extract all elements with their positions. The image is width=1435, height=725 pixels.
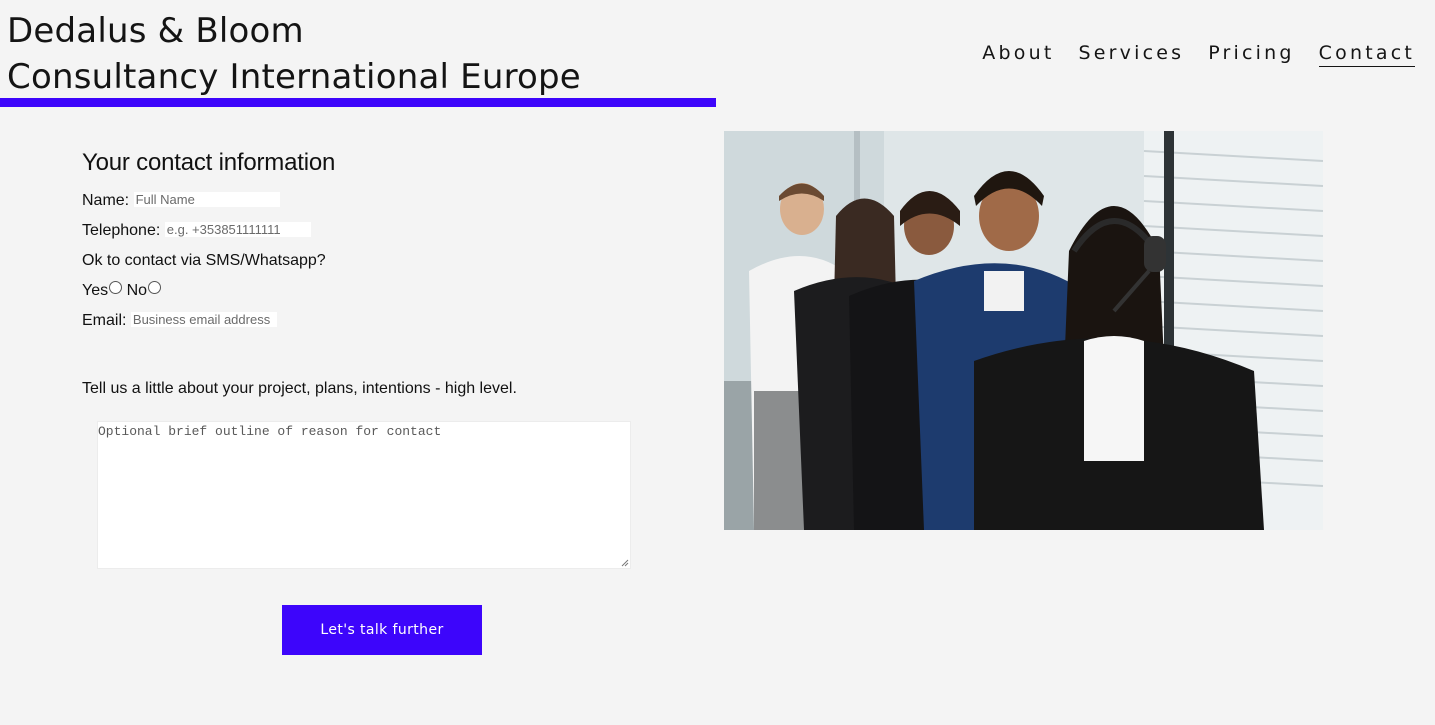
nav-item-pricing[interactable]: Pricing bbox=[1208, 42, 1294, 67]
submit-button[interactable]: Let's talk further bbox=[282, 605, 482, 655]
name-input[interactable] bbox=[133, 192, 280, 207]
project-intro: Tell us a little about your project, pla… bbox=[82, 380, 517, 397]
name-row: Name: bbox=[82, 186, 642, 216]
telephone-label: Telephone: bbox=[82, 222, 161, 239]
main-nav: About Services Pricing Contact bbox=[982, 42, 1415, 67]
site-header: Dedalus & Bloom Consultancy Internationa… bbox=[0, 0, 1435, 110]
no-radio[interactable] bbox=[148, 281, 162, 294]
name-label: Name: bbox=[82, 192, 130, 209]
team-photo bbox=[724, 131, 1323, 530]
message-textarea[interactable] bbox=[98, 424, 630, 568]
brand-line-2: Consultancy International Europe bbox=[7, 57, 581, 97]
sms-question: Ok to contact via SMS/Whatsapp? bbox=[82, 252, 326, 269]
nav-item-services[interactable]: Services bbox=[1078, 42, 1184, 67]
nav-item-about[interactable]: About bbox=[982, 42, 1054, 67]
nav-item-contact[interactable]: Contact bbox=[1318, 42, 1415, 67]
email-row: Email: bbox=[82, 306, 642, 336]
contact-form: Your contact information Name: Telephone… bbox=[82, 148, 642, 336]
brand-line-1: Dedalus & Bloom bbox=[7, 11, 304, 51]
brand-underline bbox=[0, 98, 716, 107]
telephone-row: Telephone: bbox=[82, 216, 642, 246]
telephone-input[interactable] bbox=[164, 222, 311, 237]
team-photo-icon bbox=[724, 131, 1323, 530]
resize-handle-icon[interactable] bbox=[621, 559, 629, 567]
yes-label: Yes bbox=[82, 282, 109, 299]
email-input[interactable] bbox=[130, 312, 277, 327]
email-label: Email: bbox=[82, 312, 127, 329]
no-label: No bbox=[126, 282, 148, 299]
site-logo[interactable]: Dedalus & Bloom Consultancy Internationa… bbox=[7, 8, 581, 100]
message-box bbox=[97, 421, 631, 569]
yes-radio[interactable] bbox=[109, 281, 123, 294]
form-title: Your contact information bbox=[82, 149, 336, 176]
sms-options: Yes No bbox=[82, 276, 642, 306]
